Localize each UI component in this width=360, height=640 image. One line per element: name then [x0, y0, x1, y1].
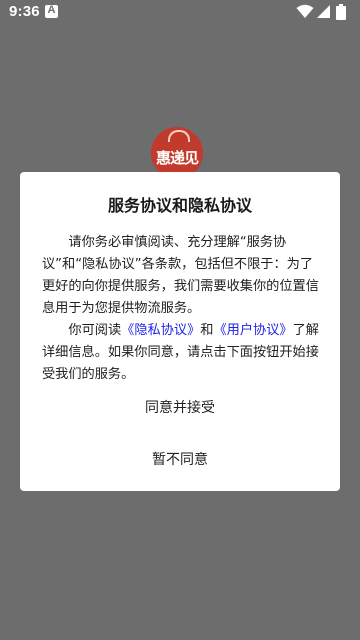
wifi-icon [296, 4, 314, 18]
navigation-bar [0, 624, 360, 640]
user-agreement-link[interactable]: 《用户协议》 [213, 323, 292, 338]
accept-button[interactable]: 同意并接受 [20, 397, 340, 417]
paragraph-2-prefix: 你可阅读 [68, 323, 122, 338]
signal-icon [317, 5, 330, 18]
dialog-body: 请你务必审慎阅读、充分理解“服务协议”和“隐私协议”各条款，包括但不限于：为了更… [42, 232, 326, 386]
notification-icon: A [45, 4, 58, 18]
dialog-paragraph-1: 请你务必审慎阅读、充分理解“服务协议”和“隐私协议”各条款，包括但不限于：为了更… [42, 235, 319, 316]
privacy-policy-link[interactable]: 《隐私协议》 [121, 323, 200, 338]
status-time: 9:36 [9, 3, 40, 20]
dialog-paragraph-2: 你可阅读《隐私协议》和《用户协议》了解详细信息。如果你同意，请点击下面按钮开始接… [42, 320, 326, 386]
status-icons [296, 4, 352, 20]
status-bar: 9:36 A [0, 0, 360, 24]
battery-icon [336, 4, 346, 20]
shopping-bag-icon [168, 130, 190, 142]
agreement-dialog: 服务协议和隐私协议 请你务必审慎阅读、充分理解“服务协议”和“隐私协议”各条款，… [20, 172, 340, 491]
dialog-title: 服务协议和隐私协议 [107, 196, 252, 215]
notification-letter: A [47, 4, 56, 16]
decline-button[interactable]: 暂不同意 [20, 449, 340, 469]
paragraph-2-middle: 和 [200, 323, 214, 338]
app-logo-text: 惠递见 [155, 149, 199, 167]
